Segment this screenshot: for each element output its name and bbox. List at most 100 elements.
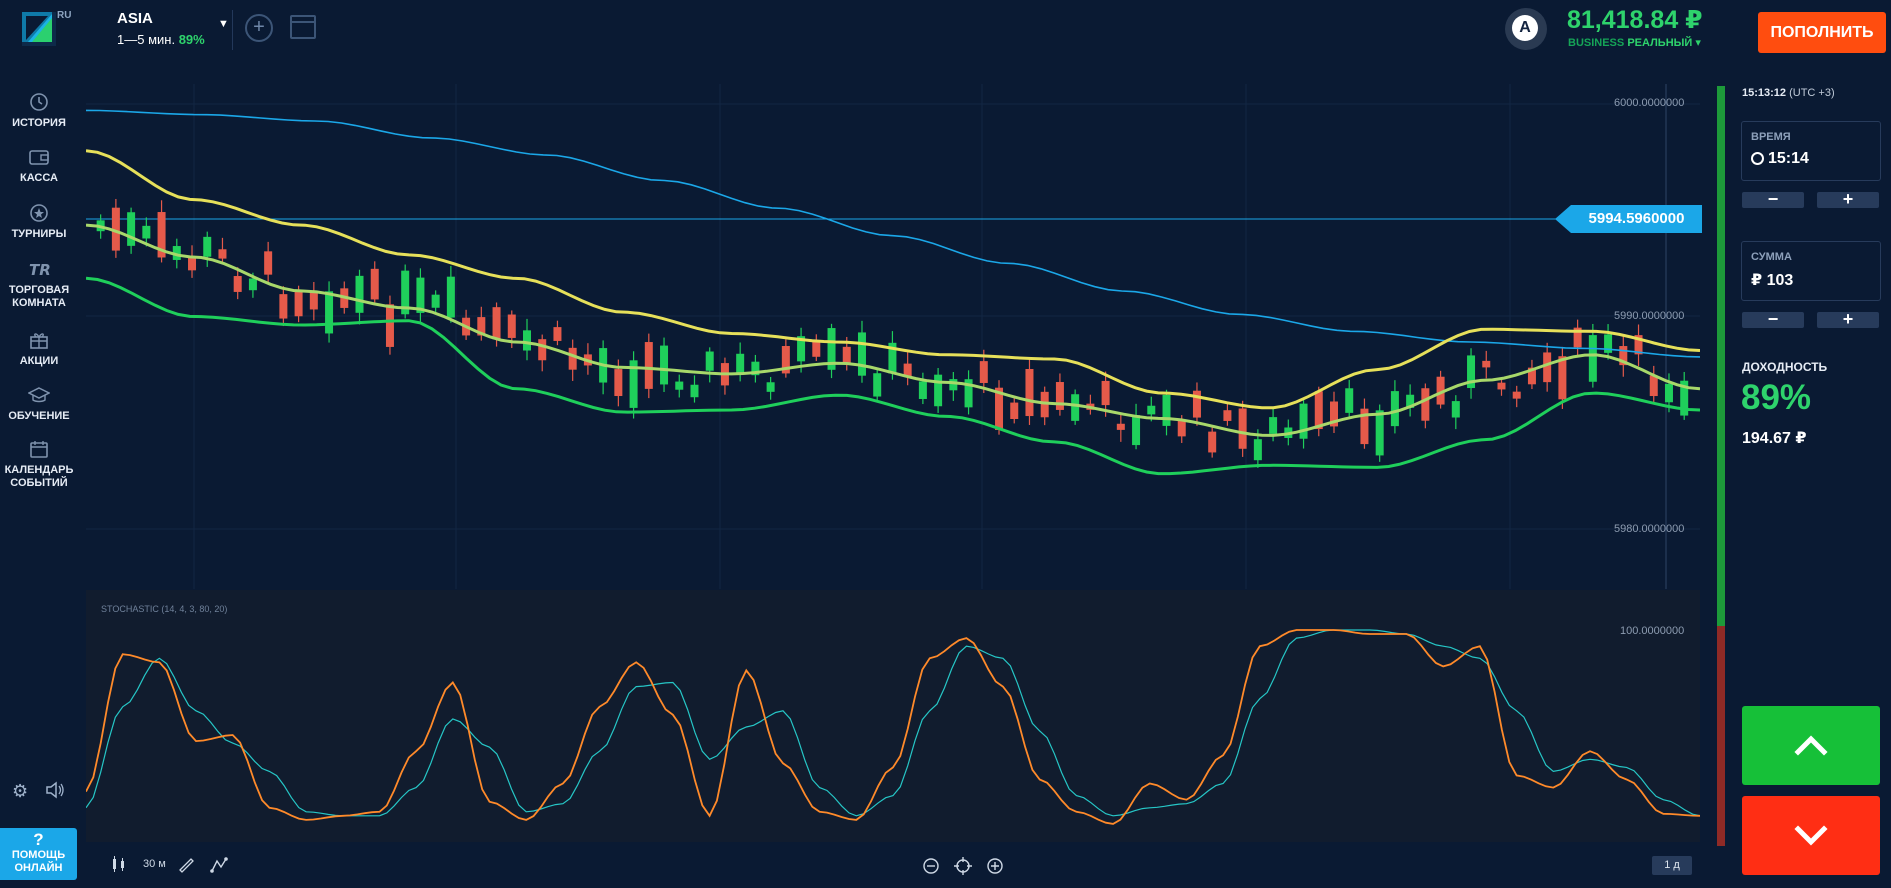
candle-body [522,330,531,351]
candle-body [1512,391,1521,399]
time-label: ВРЕМЯ [1751,131,1791,143]
asset-info: 1—5 мин. 89% [117,32,205,47]
sidebar-item-education[interactable]: ОБУЧЕНИЕ [0,385,78,423]
candle-body [1162,394,1171,426]
sidebar-item-tournaments[interactable]: ТУРНИРЫ [0,203,78,241]
candle-body [264,251,273,275]
add-asset-button[interactable]: + [245,14,273,42]
avatar[interactable]: A [1505,8,1547,50]
chevron-down-icon [1794,825,1828,846]
stochastic-d-line [85,629,1701,817]
candle-body [1177,420,1186,437]
put-down-button[interactable] [1742,796,1880,875]
chart-type-button[interactable] [110,856,128,875]
call-up-button[interactable] [1742,706,1880,785]
balance-value[interactable]: 81,418.84 ₽ [1567,5,1703,35]
calendar-icon [30,441,48,458]
sidebar-item-label: АКЦИИ [19,355,59,367]
indicators-button[interactable] [210,856,228,877]
candle-body [1451,401,1460,418]
clock-timezone: (UTC +3) [1789,87,1835,99]
question-icon: ? [33,830,44,849]
sidebar-item-promotions[interactable]: АКЦИИ [0,330,78,368]
layout-button[interactable] [290,15,316,39]
logo-mark-icon [22,12,52,42]
candle-body [233,276,242,292]
svg-text:TR: TR [29,261,50,279]
deposit-button[interactable]: ПОПОЛНИТЬ [1758,12,1886,53]
candle-body [842,346,851,363]
candle-body [1345,388,1354,413]
help-online-button[interactable]: ? ПОМОЩЬ ОНЛАЙН [0,828,77,880]
candle-body [675,381,684,390]
logo[interactable] [22,12,56,46]
candle-body [1558,356,1567,400]
settings-button[interactable]: ⚙ [12,781,28,802]
sound-button[interactable] [45,781,65,804]
candle-body [1543,352,1552,383]
candle-body [736,353,745,373]
header-divider [232,10,233,50]
sidebar-item-cashier[interactable]: КАССА [0,147,78,185]
candle-body [1482,360,1491,368]
timeframe-button[interactable]: 30 м [143,858,166,870]
amount-label: СУММА [1751,251,1792,263]
drawing-tool-button[interactable] [178,857,194,876]
wallet-icon [29,150,49,165]
account-mode: РЕАЛЬНЫЙ ▾ [1627,37,1701,49]
zoom-out-icon [923,858,939,874]
current-price-tag: 5994.5960000 [1555,205,1702,233]
amount-minus-button[interactable]: − [1742,310,1804,328]
sidebar-item-history[interactable]: ИСТОРИЯ [0,92,78,130]
amount-field[interactable]: СУММА ₽ 103 [1741,241,1881,301]
time-field[interactable]: ВРЕМЯ 15:14 [1741,121,1881,181]
candle-body [1588,335,1597,382]
sidebar-item-calendar[interactable]: КАЛЕНДАРЬ СОБЫТИЙ [0,439,78,490]
candle-body [309,292,318,310]
candle-body [934,374,943,407]
zoom-in-button[interactable] [986,857,1004,878]
candle-body [644,342,653,389]
zoom-out-button[interactable] [922,857,940,878]
candle-body [1208,431,1217,453]
caret-down-icon[interactable]: ▼ [218,18,229,30]
candle-body [1664,383,1673,403]
candle-body [1071,394,1080,421]
stochastic-panel[interactable] [85,590,1701,842]
indicator-label[interactable]: STOCHASTIC (14, 4, 3, 80, 20) [101,604,227,614]
candle-body [568,347,577,370]
indicators-icon [210,857,228,873]
candle-body [949,379,958,391]
period-button[interactable]: 1 д [1652,856,1692,875]
timer-bar [1717,86,1725,846]
candle-body [1147,405,1156,415]
amount-plus-button[interactable]: + [1817,310,1879,328]
amount-value: ₽ 103 [1751,272,1794,289]
time-minus-button[interactable]: − [1742,190,1804,208]
profit-percent: 89% [1741,378,1812,417]
candle-body [1223,410,1232,421]
candles-icon [113,856,124,872]
candles [96,198,1689,468]
candle-body [279,294,288,319]
account-type[interactable]: BUSINESS РЕАЛЬНЫЙ ▾ [1568,36,1701,49]
asset-period: 1—5 мин. [117,32,176,47]
candle-body [766,382,775,392]
candle-body [1253,439,1262,461]
candle-body [690,384,699,398]
price-tick: 6000.0000000 [1614,97,1685,109]
candle-body [1649,375,1658,397]
sidebar-item-label: КАССА [20,172,58,184]
time-value: 15:14 [1751,150,1809,168]
time-value-text: 15:14 [1768,150,1809,167]
avatar-letter: A [1512,15,1538,41]
sidebar-item-trading-room[interactable]: TR ТОРГОВАЯ КОМНАТА [0,259,78,310]
ruler-icon [179,858,194,873]
fit-chart-button[interactable] [954,857,972,878]
candle-body [873,373,882,397]
price-chart[interactable] [86,84,1700,589]
time-plus-button[interactable]: + [1817,190,1879,208]
current-price-value: 5994.5960000 [1571,205,1702,233]
candle-body [660,345,669,385]
price-tick: 5980.0000000 [1614,523,1685,535]
